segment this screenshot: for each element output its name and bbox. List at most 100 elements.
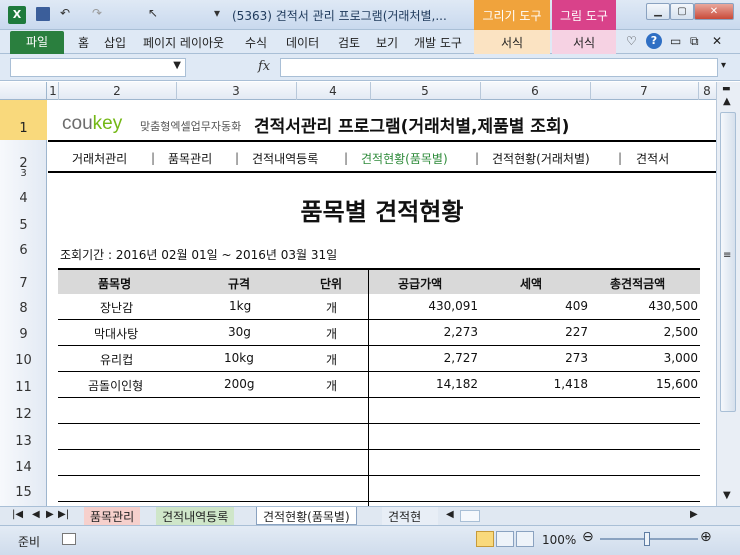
column-header[interactable]: 4 <box>296 84 370 98</box>
tab-data[interactable]: 데이터 <box>286 34 319 51</box>
window-close-icon[interactable]: ✕ <box>712 34 722 48</box>
save-icon[interactable] <box>36 7 50 21</box>
nav-estimate-by-item[interactable]: 견적현황(품목별) <box>361 150 448 167</box>
window-min-icon[interactable]: ▭ <box>670 34 681 48</box>
tab-drawing-format[interactable]: 서식 <box>474 30 550 54</box>
help-icon[interactable]: ? <box>646 33 662 49</box>
next-sheet-icon[interactable]: ▶ <box>46 509 54 520</box>
page-layout-view-icon[interactable] <box>496 531 514 547</box>
quick-access-dropdown-icon[interactable]: ▾ <box>214 6 220 20</box>
maximize-button[interactable]: ▢ <box>670 3 694 20</box>
row-header[interactable]: 5 <box>0 218 47 233</box>
row-header[interactable]: 13 <box>0 434 47 449</box>
row-header[interactable]: 12 <box>0 407 47 422</box>
vertical-scrollbar[interactable]: ▬ ▲ ≡ ▼ <box>716 82 740 506</box>
column-header[interactable]: 8 <box>698 84 716 98</box>
sheet-tab-estimate-by-item[interactable]: 견적현황(품목별) <box>256 507 357 525</box>
nav-estimate-by-customer[interactable]: 견적현황(거래처별) <box>492 150 590 167</box>
header-supply-amount: 공급가액 <box>398 277 443 291</box>
row-header[interactable]: 10 <box>0 353 47 368</box>
horizontal-scroll-thumb[interactable] <box>460 510 480 522</box>
ribbon-collapse-icon[interactable]: ♡ <box>626 34 637 48</box>
cell-spec: 10kg <box>224 351 254 365</box>
cursor-icon[interactable]: ↖ <box>148 6 158 20</box>
scroll-thumb[interactable] <box>720 112 736 412</box>
tab-home[interactable]: 홈 <box>78 34 89 51</box>
row-header[interactable]: 8 <box>0 301 47 316</box>
minimize-button[interactable]: ▁ <box>646 3 670 20</box>
nav-estimate-entry[interactable]: 견적내역등록 <box>252 150 318 167</box>
zoom-in-icon[interactable]: ⊕ <box>700 529 712 545</box>
nav-item-management[interactable]: 품목관리 <box>168 150 212 167</box>
zoom-level[interactable]: 100% <box>542 533 576 547</box>
zoom-out-icon[interactable]: ⊖ <box>582 529 594 545</box>
last-sheet-icon[interactable]: ▶| <box>58 509 69 520</box>
sheet-tab-item-management[interactable]: 품목관리 <box>84 507 141 525</box>
zoom-slider-thumb[interactable] <box>644 532 650 546</box>
tab-developer[interactable]: 개발 도구 <box>414 34 462 51</box>
scroll-grip-icon: ≡ <box>723 250 732 261</box>
table-row-empty <box>58 476 700 502</box>
tab-view[interactable]: 보기 <box>376 34 398 51</box>
page-break-view-icon[interactable] <box>516 531 534 547</box>
worksheet[interactable]: coukey 맞춤형엑셀업무자동화 견적서관리 프로그램(거래처별,제품별 조회… <box>48 100 716 506</box>
tab-page-layout[interactable]: 페이지 레이아웃 <box>143 34 224 51</box>
name-box[interactable]: ▼ <box>10 58 186 77</box>
name-box-dropdown-icon[interactable]: ▼ <box>173 60 181 71</box>
column-header[interactable]: 6 <box>480 84 590 98</box>
table-divider <box>368 268 369 506</box>
nav-bar: 거래처관리 | 품목관리 | 견적내역등록 | 견적현황(품목별) | 견적현황… <box>48 140 716 173</box>
column-header[interactable]: 7 <box>590 84 698 98</box>
title-bar: X ↶ ↷ ↖ ▾ (5363) 견적서 관리 프로그램(거래처별,... 그리… <box>0 0 740 30</box>
tab-formulas[interactable]: 수식 <box>245 34 267 51</box>
header-tax: 세액 <box>520 277 543 291</box>
sheet-tab-bar: |◀ ◀ ▶ ▶| 품목관리 견적내역등록 견적현황(품목별) 견적현 ◀ ▶ <box>0 506 740 525</box>
row-header[interactable]: 4 <box>0 191 47 206</box>
redo-icon[interactable]: ↷ <box>92 6 102 20</box>
sheet-tab-estimate-entry[interactable]: 견적내역등록 <box>156 507 235 525</box>
table-row: 유리컵 10kg 개 2,727 273 3,000 <box>58 346 700 372</box>
nav-separator: | <box>344 151 349 165</box>
undo-icon[interactable]: ↶ <box>60 6 70 20</box>
excel-icon[interactable]: X <box>8 6 26 24</box>
hscroll-left-icon[interactable]: ◀ <box>446 509 454 520</box>
row-header[interactable]: 11 <box>0 380 47 395</box>
first-sheet-icon[interactable]: |◀ <box>12 509 23 520</box>
sheet-tab-estimate-by-customer[interactable]: 견적현 <box>382 507 438 525</box>
expand-formula-icon[interactable]: ▾ <box>721 60 726 71</box>
tab-picture-format[interactable]: 서식 <box>552 30 616 54</box>
row-header[interactable]: 15 <box>0 485 47 500</box>
window-restore-icon[interactable]: ⧉ <box>690 34 699 49</box>
formula-input[interactable] <box>280 58 718 77</box>
tab-insert[interactable]: 삽입 <box>104 34 126 51</box>
select-all-corner[interactable] <box>0 82 47 100</box>
nav-estimate-sheet[interactable]: 견적서 <box>636 150 669 167</box>
row-header[interactable]: 3 <box>0 168 47 179</box>
normal-view-icon[interactable] <box>476 531 494 547</box>
header-item-name: 품목명 <box>98 277 132 291</box>
cell-total: 15,600 <box>656 377 698 391</box>
column-header[interactable]: 1 <box>48 84 58 98</box>
nav-customer-management[interactable]: 거래처관리 <box>72 150 127 167</box>
cell-item: 막대사탕 <box>94 327 139 341</box>
row-header[interactable]: 9 <box>0 327 47 342</box>
tab-review[interactable]: 검토 <box>338 34 360 51</box>
hscroll-right-icon[interactable]: ▶ <box>690 509 698 520</box>
row-header[interactable]: 7 <box>0 276 47 291</box>
row-header[interactable]: 6 <box>0 243 47 258</box>
fx-icon[interactable]: fx <box>258 59 270 74</box>
row-header[interactable]: 1 <box>0 100 47 140</box>
column-header[interactable]: 5 <box>370 84 480 98</box>
row-header[interactable]: 14 <box>0 460 47 475</box>
prev-sheet-icon[interactable]: ◀ <box>32 509 40 520</box>
split-handle-icon[interactable]: ▬ <box>722 84 731 94</box>
scroll-up-icon[interactable]: ▲ <box>723 96 731 107</box>
nav-separator: | <box>475 151 480 165</box>
file-tab[interactable]: 파일 <box>10 31 64 54</box>
macro-record-icon[interactable] <box>62 533 76 545</box>
column-header[interactable]: 3 <box>176 84 296 98</box>
column-header[interactable]: 2 <box>58 84 176 98</box>
table-row: 막대사탕 30g 개 2,273 227 2,500 <box>58 320 700 346</box>
scroll-down-icon[interactable]: ▼ <box>723 490 731 501</box>
close-button[interactable]: ✕ <box>694 3 734 20</box>
